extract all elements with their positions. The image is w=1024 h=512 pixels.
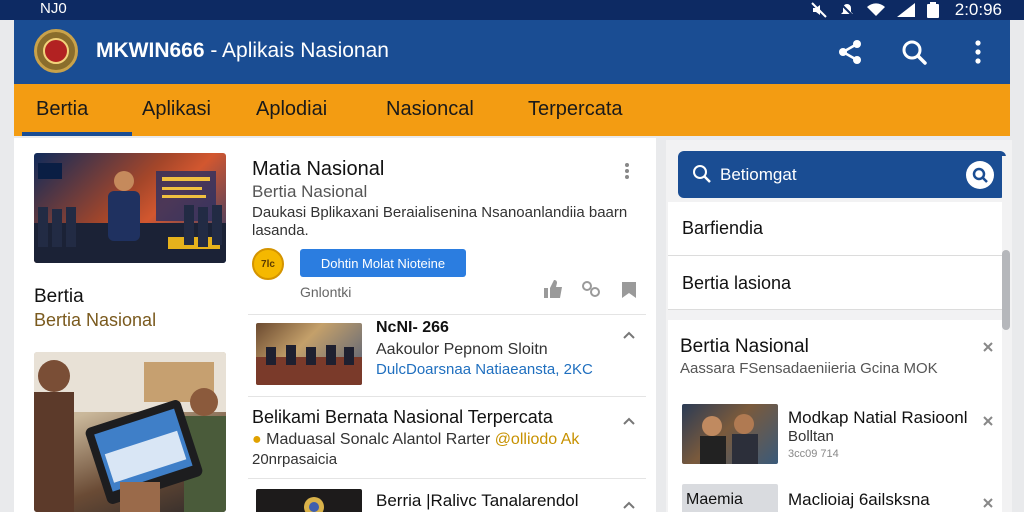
like-icon[interactable]: [542, 278, 564, 300]
side-panel: Betiomgat Barfiendia Bertia lasiona Bert…: [666, 140, 1012, 512]
featured-action-button[interactable]: Dohtin Molat Nioteine: [300, 249, 466, 277]
featured-description: Daukasi Bplikaxani Beraialisenina Nsanoa…: [252, 204, 628, 239]
signal-icon: [896, 3, 915, 17]
tab-bertia[interactable]: Bertia: [36, 98, 88, 121]
featured-badge: 7lc: [252, 248, 284, 280]
featured-subtitle: Bertia Nasional: [252, 182, 368, 201]
notifications-off-icon: [839, 2, 855, 18]
search-icon[interactable]: [896, 34, 932, 70]
list-item-title: Belikami Bernata Nasional Terpercata: [252, 407, 553, 427]
side-item-meta: 3cc09 714: [788, 448, 839, 460]
close-icon[interactable]: [982, 414, 994, 432]
tab-indicator: [22, 132, 132, 136]
side-item-subtitle: Bolltan: [788, 428, 834, 445]
search-input[interactable]: Betiomgat: [720, 165, 797, 185]
list-item-line3: DulcDoarsnaa Natiaeansta, 2KC: [376, 361, 593, 378]
tab-terpercata[interactable]: Terpercata: [528, 98, 623, 121]
status-bar: NJ0 2:0:96: [0, 0, 1024, 20]
news-image-tablet[interactable]: [34, 352, 226, 512]
section-label: Bertia: [34, 286, 84, 307]
share-icon[interactable]: [832, 34, 868, 70]
list-item-line3: 20nrpasaicia: [252, 451, 338, 468]
list-item-thumbnail: [256, 323, 362, 385]
list-item-line2: ● Maduasal Sonalc Alantol Rarter @olliod…: [252, 431, 580, 448]
search-submit-button[interactable]: [966, 161, 994, 189]
app-title: MKWIN666 - Aplikais Nasionan: [96, 39, 389, 62]
list-item-title: NcNI- 266: [376, 319, 449, 336]
chevron-up-icon[interactable]: [622, 497, 636, 512]
more-vert-icon[interactable]: [960, 34, 996, 70]
chevron-up-icon[interactable]: [622, 327, 636, 345]
app-bar: MKWIN666 - Aplikais Nasionan: [14, 20, 1010, 84]
featured-meta: Gnlontki: [300, 284, 352, 300]
list-item-line2: Aakoulor Pepnom Sloitn: [376, 341, 548, 358]
news-image-ceremony[interactable]: [34, 153, 226, 263]
tab-aplikasi[interactable]: Aplikasi: [142, 98, 211, 121]
bookmark-icon[interactable]: [618, 278, 640, 300]
featured-more-icon[interactable]: [624, 162, 630, 185]
side-section: Bertia Nasional Aassara FSensadaeniieria…: [668, 320, 1010, 512]
carrier-label: NJ0: [40, 0, 67, 17]
list-item-title: Berria |Ralivc Tanalarendol: [376, 491, 579, 510]
side-item[interactable]: Bertia lasiona: [668, 256, 1010, 310]
scrollbar-track[interactable]: [1002, 156, 1010, 512]
battery-icon: [926, 2, 939, 18]
side-section-subtitle: Aassara FSensadaeniieria Gcina MOK: [680, 360, 938, 377]
side-item[interactable]: Barfiendia: [668, 202, 1010, 256]
side-item-label: Barfiendia: [682, 218, 764, 238]
close-icon[interactable]: [982, 496, 994, 512]
section-sublabel: Bertia Nasional: [34, 310, 157, 330]
side-item-label: Bertia lasiona: [682, 273, 792, 293]
tab-bar: Bertia Aplikasi Aplodiai Nasioncal Terpe…: [14, 84, 1010, 136]
featured-title[interactable]: Matia Nasional: [252, 158, 384, 181]
news-feed: Bertia Bertia Nasional Matia Nasional Be…: [14, 138, 656, 512]
list-item[interactable]: Berria |Ralivc Tanalarendol: [248, 478, 646, 512]
tab-aplodiai[interactable]: Aplodiai: [256, 98, 327, 121]
list-item-thumbnail: [256, 489, 362, 512]
close-icon[interactable]: [982, 340, 994, 358]
side-item-label: Maemia: [686, 491, 743, 508]
side-item-title[interactable]: Modkap Natial Rasioonl: [788, 408, 968, 428]
clock: 2:0:96: [954, 0, 1002, 19]
side-item-title[interactable]: Maclioiaj 6ailsksna: [788, 490, 930, 510]
list-item[interactable]: NcNI- 266 Aakoulor Pepnom Sloitn DulcDoa…: [248, 314, 646, 396]
list-item[interactable]: Belikami Bernata Nasional Terpercata ● M…: [248, 396, 646, 478]
chevron-up-icon[interactable]: [622, 413, 636, 431]
tab-nasioncal[interactable]: Nasioncal: [386, 98, 474, 121]
comment-icon[interactable]: [580, 278, 602, 300]
wifi-icon: [866, 3, 885, 17]
side-item-thumbnail[interactable]: [682, 404, 778, 464]
search-icon: [692, 164, 712, 189]
mute-icon: [811, 2, 827, 18]
app-logo: [34, 29, 78, 73]
scrollbar-thumb[interactable]: [1002, 250, 1010, 330]
search-bar[interactable]: Betiomgat: [678, 151, 1006, 198]
side-section-title: Bertia Nasional: [680, 336, 809, 357]
